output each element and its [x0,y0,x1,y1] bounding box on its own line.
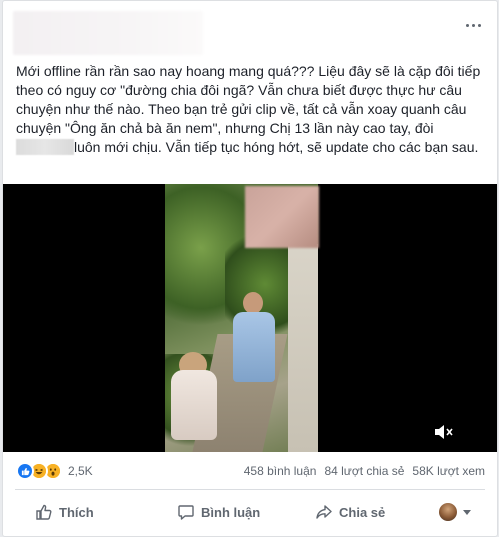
share-count[interactable]: 84 lượt chia sẻ [324,464,404,478]
more-dot-icon [471,23,475,27]
speaker-mute-icon[interactable] [433,422,455,442]
post-text-part-2: luôn mới chịu. Vẫn tiếp tục hóng hớt, sẽ… [74,139,479,155]
thumbs-up-icon [36,504,52,520]
avatar [439,503,457,521]
blurred-region [245,186,319,248]
post-header [13,11,489,55]
reaction-count[interactable]: 2,5K [68,464,93,478]
woman-figure [171,370,217,440]
more-options-button[interactable] [461,15,485,35]
like-label: Thích [59,504,94,520]
audience-selector[interactable] [439,503,471,521]
post-card: Mới offline rần rần sao nay hoang mang q… [2,0,498,537]
redacted-text [16,139,74,155]
comment-button[interactable]: Bình luận [177,496,307,528]
engagement-stats: 458 bình luận 84 lượt chia sẻ 58K lượt x… [244,464,485,478]
wall [288,244,318,452]
like-button[interactable]: Thích [35,496,155,528]
comment-count[interactable]: 458 bình luận [244,464,317,478]
share-arrow-icon [316,505,332,519]
chevron-down-icon [463,509,471,515]
video-player[interactable] [3,184,497,452]
post-text-part-1: Mới offline rần rần sao nay hoang mang q… [16,63,485,136]
post-text: Mới offline rần rần sao nay hoang mang q… [16,62,486,157]
comment-icon [178,505,194,520]
man-head [243,292,263,314]
more-dot-icon [477,23,481,27]
divider [15,489,485,490]
more-dot-icon [465,23,469,27]
view-count[interactable]: 58K lượt xem [412,464,485,478]
blurred-author-info [13,11,203,55]
reaction-summary[interactable]: 2,5K [16,461,93,481]
action-bar: Thích Bình luận Chia sẻ [15,494,485,530]
man-figure [233,312,275,382]
comment-label: Bình luận [201,504,261,520]
like-reaction-icon [16,462,34,480]
share-label: Chia sẻ [339,504,386,520]
share-button[interactable]: Chia sẻ [315,496,425,528]
